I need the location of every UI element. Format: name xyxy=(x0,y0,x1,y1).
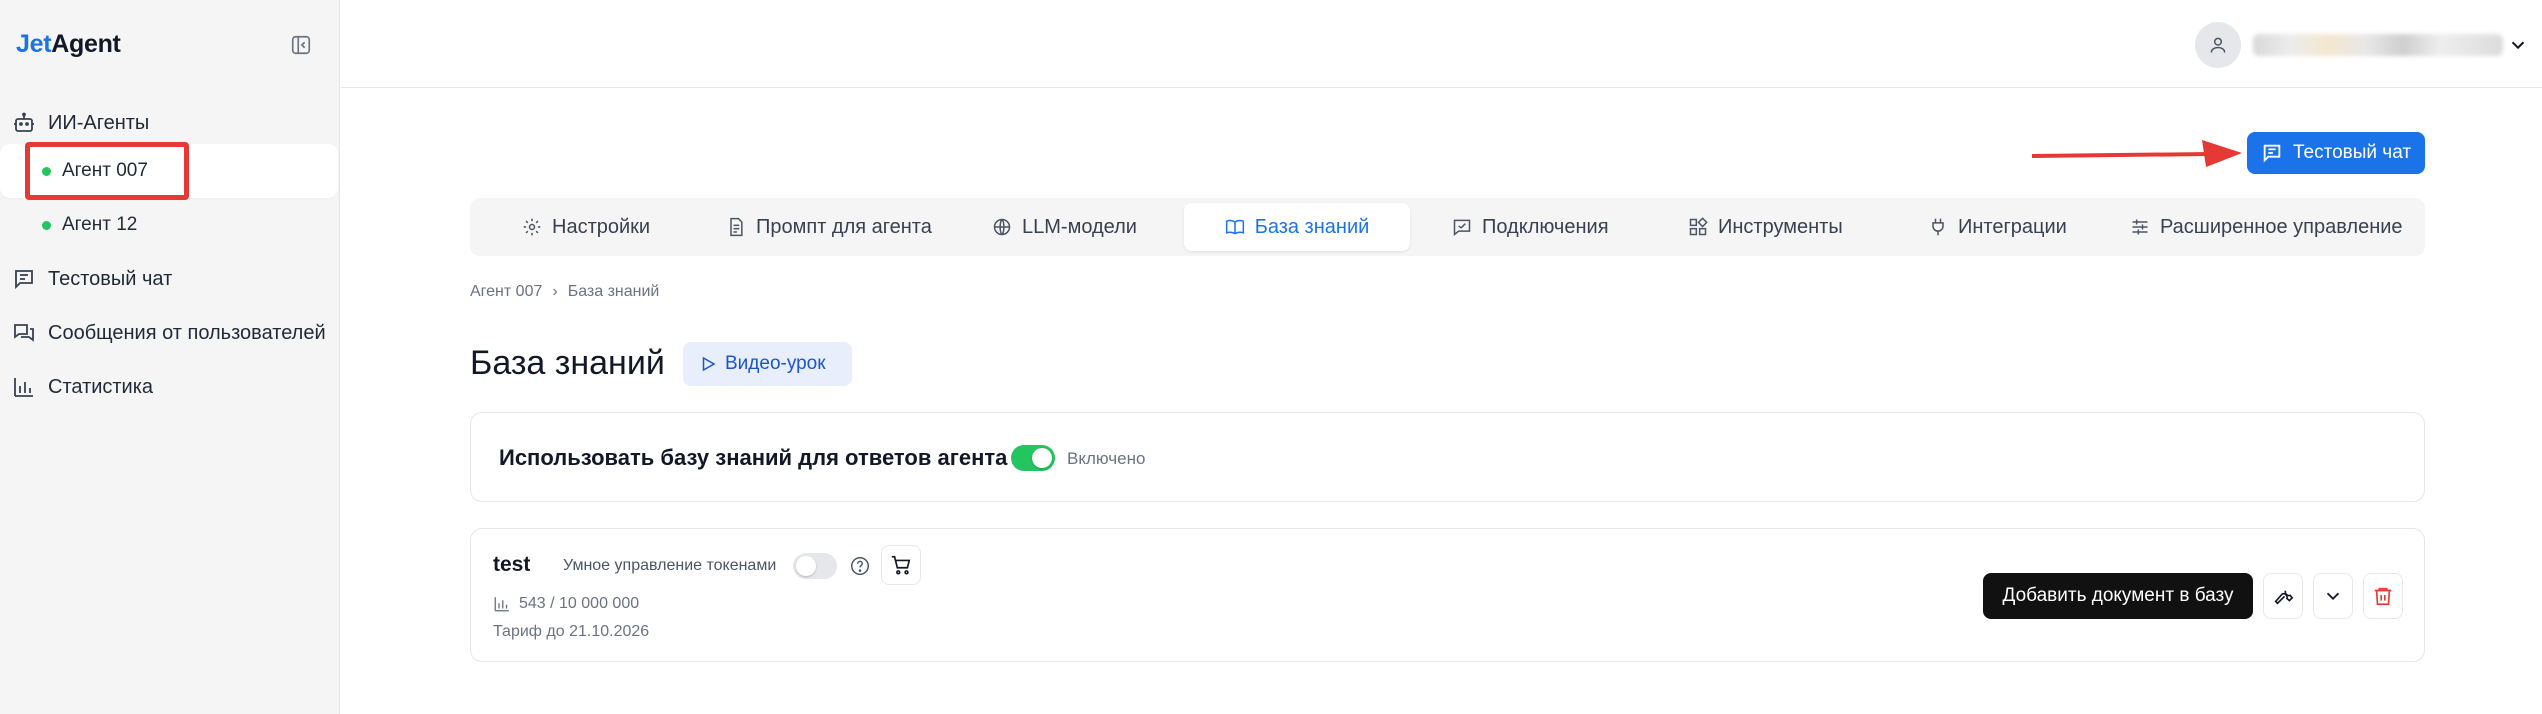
expand-document-button[interactable] xyxy=(2313,573,2353,619)
tab-label: Расширенное управление xyxy=(2160,215,2403,238)
chat-icon xyxy=(15,270,33,290)
token-usage-value: 543 / 10 000 000 xyxy=(519,595,640,612)
tab-label: Инструменты xyxy=(1718,215,1843,238)
collapse-sidebar-icon[interactable] xyxy=(290,34,312,56)
logo-part-agent: Agent xyxy=(51,30,121,58)
knowledge-base-document-card: test Умное управление токенами 543 / 10 … xyxy=(470,528,2425,662)
tab-prompt[interactable]: Промпт для агента xyxy=(726,203,932,251)
tab-settings[interactable]: Настройки xyxy=(522,203,650,251)
sidebar-item-label: Тестовый чат xyxy=(48,267,173,290)
gear-icon xyxy=(523,218,541,236)
messages-icon xyxy=(14,324,34,342)
chart-icon xyxy=(14,378,33,397)
breadcrumb-parent[interactable]: Агент 007 xyxy=(470,283,542,300)
breadcrumb-separator: › xyxy=(552,283,558,300)
chat-icon xyxy=(2263,144,2281,163)
sidebar-item-label: Сообщения от пользователей xyxy=(48,321,326,344)
trash-icon xyxy=(2374,587,2392,606)
smart-tokens-toggle[interactable] xyxy=(793,553,837,579)
tab-label: Настройки xyxy=(552,215,651,238)
status-dot xyxy=(42,220,51,230)
user-menu[interactable] xyxy=(2195,22,2535,68)
chart-icon xyxy=(494,597,509,612)
sidebar-item-label: ИИ-Агенты xyxy=(48,111,150,134)
tab-advanced-settings[interactable]: Расширенное управление xyxy=(2130,203,2403,251)
logo-part-jet: Jet xyxy=(16,30,52,58)
robot-icon xyxy=(14,112,34,132)
tab-knowledge-base[interactable]: База знаний xyxy=(1184,203,1410,251)
tools-icon xyxy=(1689,217,1708,236)
app-logo[interactable]: JetAgent xyxy=(16,30,121,59)
tab-connections[interactable]: Подключения xyxy=(1452,203,1609,251)
chevron-down-icon[interactable] xyxy=(2507,34,2529,56)
user-icon xyxy=(2210,37,2226,53)
video-tutorial-label: Видео-урок xyxy=(725,353,826,374)
tab-bar: Настройки Промпт для агента LLM-модели Б… xyxy=(470,198,2425,256)
tab-tools[interactable]: Инструменты xyxy=(1688,203,1843,251)
play-icon xyxy=(702,356,716,372)
globe-icon xyxy=(993,218,1011,236)
document-icon xyxy=(730,217,743,237)
sidebar: JetAgent ИИ-Агенты Агент 007 Агент 12 Те… xyxy=(0,0,340,714)
connection-icon xyxy=(1453,219,1471,237)
chevron-down-icon xyxy=(2326,592,2340,601)
tab-llm-models[interactable]: LLM-модели xyxy=(992,203,1137,251)
buy-tokens-button[interactable] xyxy=(881,545,921,585)
sliders-icon xyxy=(2132,219,2148,235)
use-knowledge-base-toggle[interactable] xyxy=(1011,445,1055,471)
tab-label: Промпт для агента xyxy=(756,215,932,238)
annotation-arrow xyxy=(2031,140,2242,167)
plug-icon xyxy=(1932,218,1944,236)
document-name: test xyxy=(493,553,531,576)
document-settings-button[interactable] xyxy=(2263,573,2303,619)
breadcrumb: Агент 007 › База знаний xyxy=(470,283,659,301)
wrench-icon xyxy=(2274,590,2294,605)
sidebar-item-user-messages[interactable]: Сообщения от пользователей xyxy=(0,306,340,360)
sidebar-item-label: Статистика xyxy=(48,375,154,398)
help-icon[interactable] xyxy=(849,555,871,577)
cart-icon xyxy=(891,555,911,575)
tab-label: Подключения xyxy=(1482,215,1609,238)
use-knowledge-base-label: Использовать базу знаний для ответов аге… xyxy=(499,445,1008,470)
tab-label: LLM-модели xyxy=(1022,215,1137,238)
sidebar-item-label: Агент 12 xyxy=(62,214,138,235)
book-icon xyxy=(1225,219,1244,235)
sidebar-item-agent-12[interactable]: Агент 12 xyxy=(0,198,340,252)
tab-label: Интеграции xyxy=(1958,215,2067,238)
annotation-highlight-box xyxy=(25,142,189,200)
sidebar-item-statistics[interactable]: Статистика xyxy=(0,360,340,414)
tariff-expiry: Тариф до 21.10.2026 xyxy=(493,623,650,640)
delete-document-button[interactable] xyxy=(2363,573,2403,619)
smart-tokens-label: Умное управление токенами xyxy=(563,557,777,574)
token-usage: 543 / 10 000 000 xyxy=(493,595,639,613)
avatar[interactable] xyxy=(2195,22,2241,68)
blurred-user-name xyxy=(2253,34,2503,56)
add-document-button[interactable]: Добавить документ в базу xyxy=(1983,573,2253,619)
knowledge-base-toggle-card: Использовать базу знаний для ответов аге… xyxy=(470,412,2425,502)
toggle-knob xyxy=(1032,448,1052,468)
video-tutorial-button[interactable]: Видео-урок xyxy=(683,342,852,386)
sidebar-item-test-chat[interactable]: Тестовый чат xyxy=(0,252,340,306)
breadcrumb-current: База знаний xyxy=(567,283,660,300)
test-chat-button-label: Тестовый чат xyxy=(2293,142,2412,163)
page-title: База знаний xyxy=(470,344,665,382)
tab-label: База знаний xyxy=(1254,215,1370,238)
toggle-status: Включено xyxy=(1067,449,1146,468)
tab-integrations[interactable]: Интеграции xyxy=(1928,203,2067,251)
test-chat-button[interactable]: Тестовый чат xyxy=(2247,132,2425,174)
toggle-knob xyxy=(796,556,816,576)
